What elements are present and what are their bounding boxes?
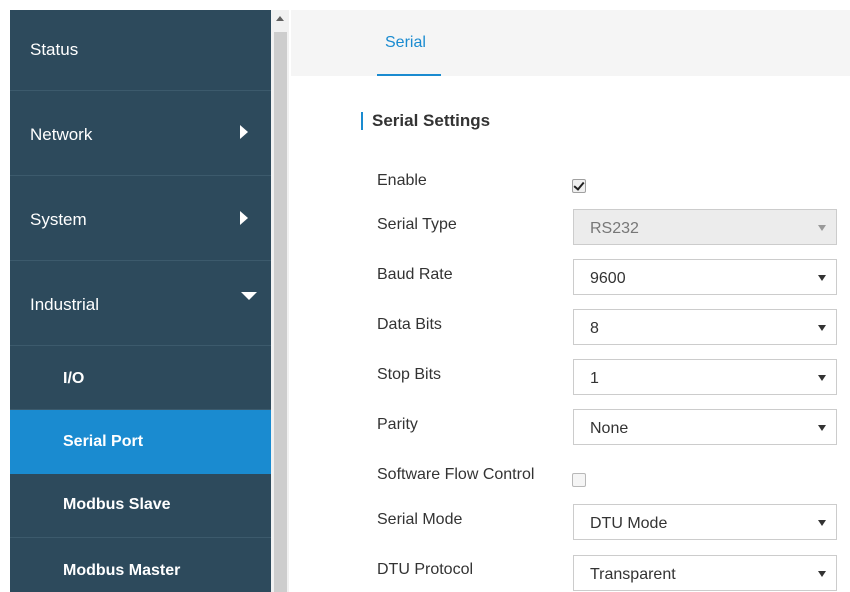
chevron-right-icon: [240, 211, 248, 225]
parity-value: None: [590, 420, 629, 437]
data-bits-select[interactable]: 8: [573, 309, 837, 345]
software-flow-control-checkbox[interactable]: [572, 473, 586, 487]
sidebar-subitem-label: I/O: [63, 370, 85, 387]
chevron-down-icon: [818, 520, 826, 526]
sidebar-item-label: System: [30, 210, 87, 229]
data-bits-label: Data Bits: [377, 316, 442, 333]
sidebar-item-network[interactable]: Network: [10, 91, 271, 176]
sidebar-subitem-modbus-slave[interactable]: Modbus Slave: [10, 474, 271, 538]
serial-type-value: RS232: [590, 220, 639, 237]
serial-mode-select[interactable]: DTU Mode: [573, 504, 837, 540]
tab-bar: Serial: [291, 10, 850, 76]
baud-rate-label: Baud Rate: [377, 266, 453, 283]
serial-mode-value: DTU Mode: [590, 515, 668, 532]
chevron-down-icon: [818, 325, 826, 331]
baud-rate-select[interactable]: 9600: [573, 259, 837, 295]
chevron-down-icon: [818, 571, 826, 577]
sidebar-subitem-label: Modbus Slave: [63, 496, 171, 513]
chevron-down-icon: [818, 225, 826, 231]
stop-bits-select[interactable]: 1: [573, 359, 837, 395]
active-tab-indicator: [377, 74, 441, 76]
stop-bits-value: 1: [590, 370, 599, 387]
main-content: Serial Serial Settings Enable Serial Typ…: [291, 10, 850, 592]
parity-label: Parity: [377, 416, 418, 433]
dtu-protocol-label: DTU Protocol: [377, 561, 474, 578]
section-title: Serial Settings: [361, 111, 490, 131]
chevron-right-icon: [240, 125, 248, 139]
dtu-protocol-value: Transparent: [590, 566, 676, 583]
chevron-down-icon: [818, 425, 826, 431]
sidebar-item-status[interactable]: Status: [10, 10, 271, 91]
sidebar-subitem-serial-port[interactable]: Serial Port: [10, 410, 271, 474]
scroll-up-arrow-icon[interactable]: [276, 16, 284, 21]
chevron-down-icon: [241, 292, 257, 300]
serial-mode-label: Serial Mode: [377, 511, 463, 528]
enable-label: Enable: [377, 172, 427, 189]
sidebar-item-label: Network: [30, 125, 93, 144]
tab-label: Serial: [385, 34, 426, 51]
chevron-down-icon: [818, 375, 826, 381]
sidebar-item-industrial[interactable]: Industrial: [10, 261, 271, 346]
serial-type-label: Serial Type: [377, 216, 457, 233]
scrollbar-thumb[interactable]: [274, 32, 287, 592]
checkmark-icon: [573, 179, 585, 191]
sidebar-item-label: Status: [30, 40, 79, 59]
sidebar-subitem-label: Modbus Master: [63, 562, 181, 579]
data-bits-value: 8: [590, 320, 599, 337]
stop-bits-label: Stop Bits: [377, 366, 442, 383]
sidebar-scrollbar[interactable]: [271, 10, 289, 592]
sidebar-subitem-io[interactable]: I/O: [10, 346, 271, 410]
parity-select[interactable]: None: [573, 409, 837, 445]
sidebar-subitem-label: Serial Port: [63, 433, 144, 450]
sidebar: Status Network System Industrial I/O Ser…: [10, 10, 271, 592]
serial-type-select[interactable]: RS232: [573, 209, 837, 245]
baud-rate-value: 9600: [590, 270, 626, 287]
sidebar-item-system[interactable]: System: [10, 176, 271, 261]
tab-serial[interactable]: Serial: [377, 10, 441, 76]
software-flow-control-label: Software Flow Control: [377, 466, 535, 483]
enable-checkbox[interactable]: [572, 179, 586, 193]
sidebar-subitem-modbus-master[interactable]: Modbus Master: [10, 538, 271, 592]
sidebar-item-label: Industrial: [30, 295, 99, 314]
dtu-protocol-select[interactable]: Transparent: [573, 555, 837, 591]
chevron-down-icon: [818, 275, 826, 281]
